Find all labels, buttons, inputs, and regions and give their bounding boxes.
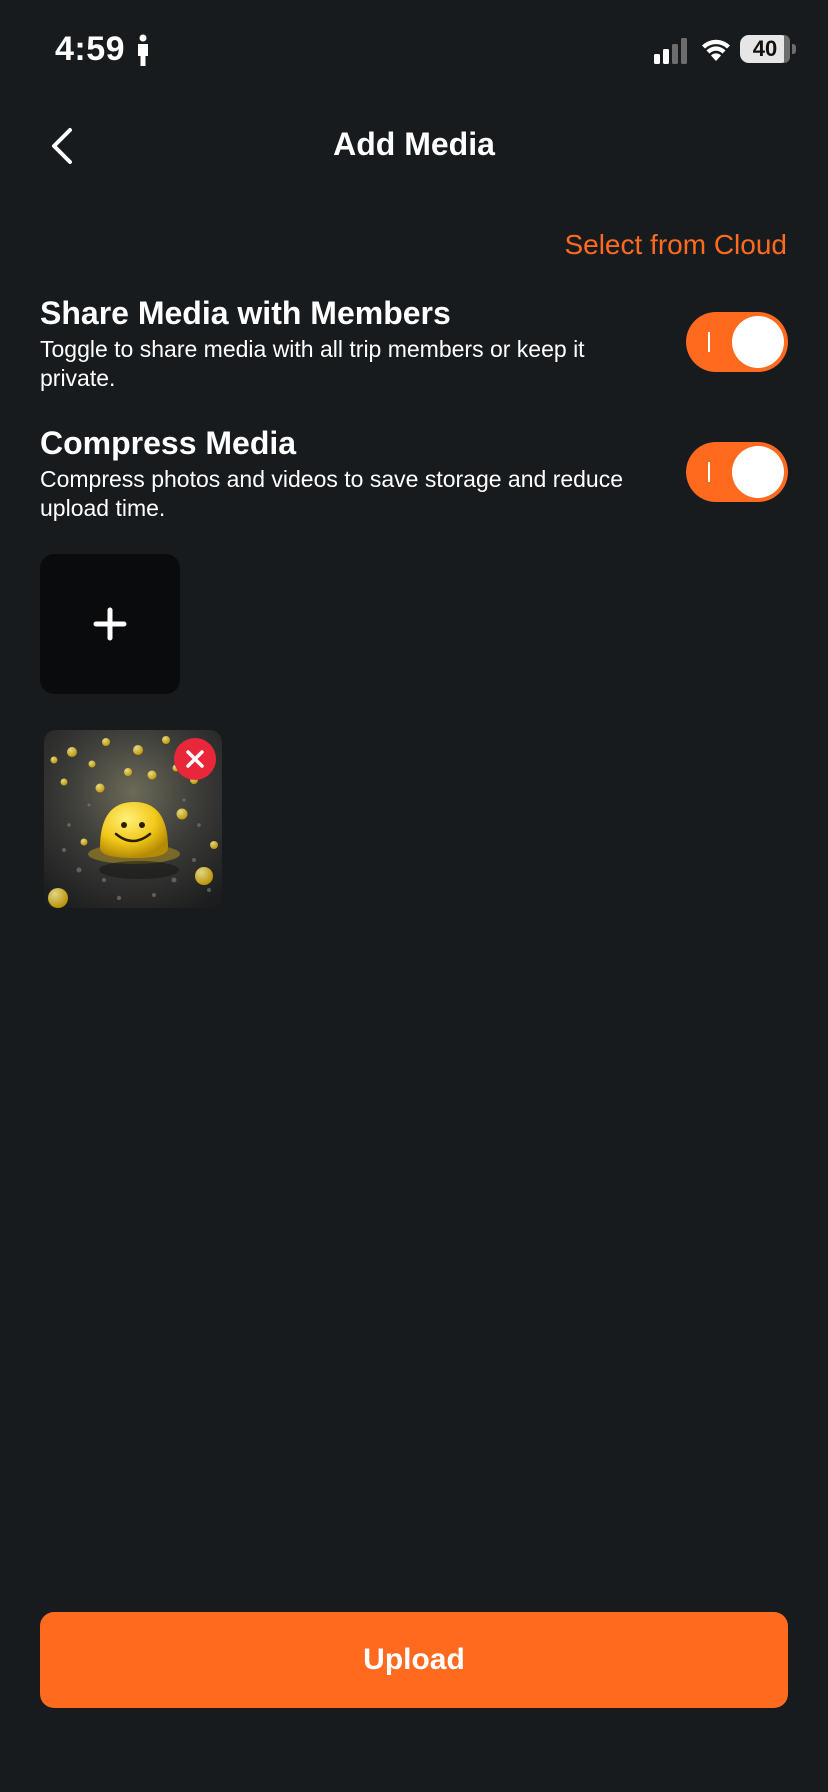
toggle-knob (732, 316, 784, 368)
remove-media-button[interactable] (174, 738, 216, 780)
wifi-icon (702, 39, 730, 61)
compress-media-setting: Compress Media Compress photos and video… (40, 423, 788, 523)
toggle-knob (732, 446, 784, 498)
share-media-setting: Share Media with Members Toggle to share… (40, 293, 788, 393)
share-media-title: Share Media with Members (40, 295, 451, 331)
compress-media-toggle[interactable] (686, 442, 788, 502)
upload-button[interactable]: Upload (40, 1612, 788, 1708)
status-bar: 4:59 40 (0, 0, 828, 100)
select-from-cloud-link[interactable]: Select from Cloud (564, 229, 787, 261)
compress-media-description: Compress photos and videos to save stora… (40, 466, 624, 521)
signal-icon (654, 38, 687, 64)
compress-media-title: Compress Media (40, 425, 297, 461)
share-media-toggle[interactable] (686, 312, 788, 372)
battery-icon: 40 (740, 35, 790, 63)
close-icon (186, 750, 204, 768)
toggle-on-mark (708, 332, 710, 352)
status-time: 4:59 (55, 30, 126, 68)
plus-icon (93, 607, 127, 641)
battery-cap (792, 44, 796, 54)
battery-level: 40 (752, 36, 778, 61)
add-media-button[interactable] (40, 554, 180, 694)
share-media-description: Toggle to share media with all trip memb… (40, 336, 585, 391)
person-icon (138, 34, 148, 66)
page-title: Add Media (333, 126, 495, 162)
toggle-on-mark (708, 462, 710, 482)
